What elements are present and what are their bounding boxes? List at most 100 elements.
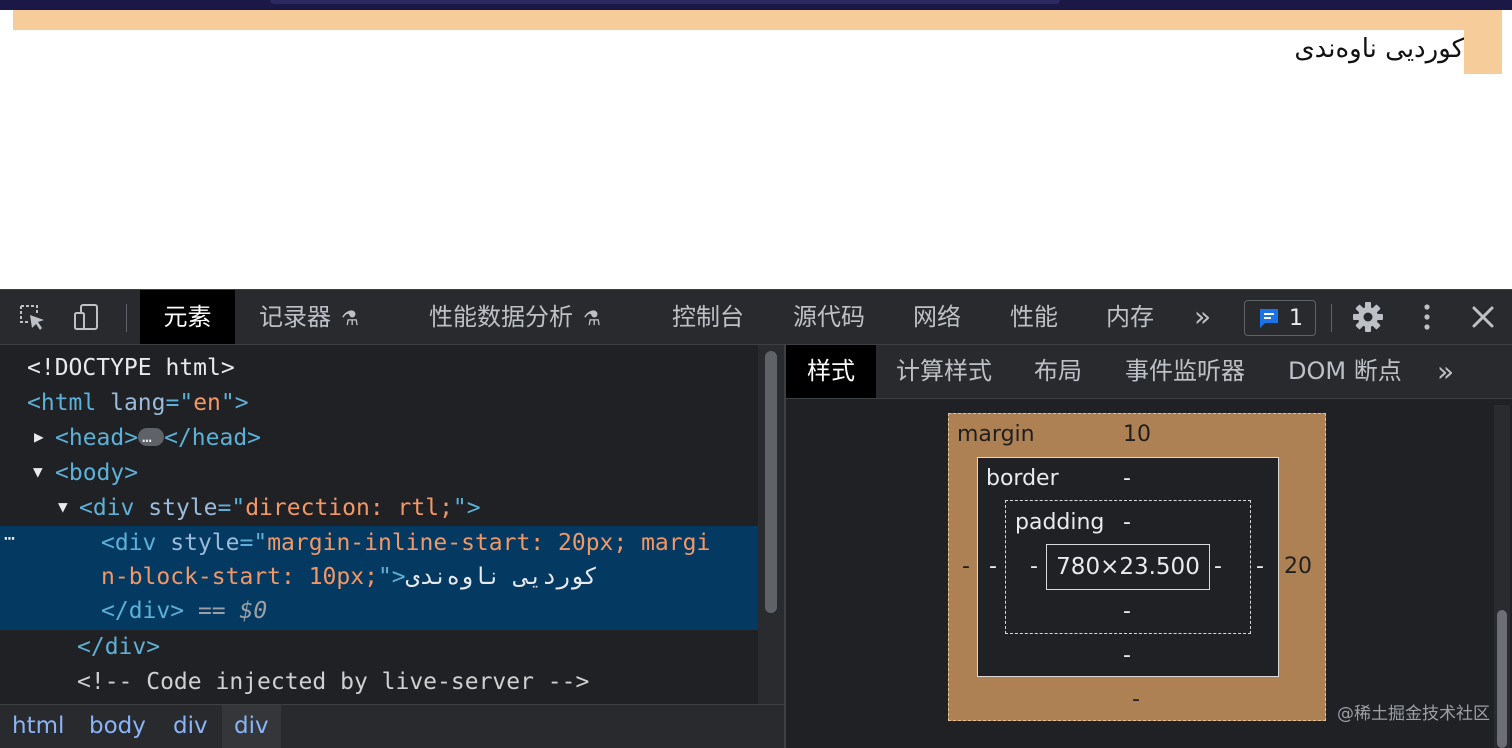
- side-panel-tabs: 样式 计算样式 布局 事件监听器 DOM 断点 »: [786, 345, 1512, 399]
- selected-div-node-cont[interactable]: n-block-start: 10px;">کوردیی ناوەندی: [101, 560, 598, 595]
- browser-top-strip: [0, 0, 1512, 10]
- sel-tag-close: ">: [377, 564, 406, 590]
- tab-performance-insights[interactable]: 性能数据分析 ⚗: [429, 290, 601, 344]
- issues-count: 1: [1289, 305, 1303, 331]
- padding-left-value[interactable]: -: [1030, 554, 1038, 579]
- page-text: کوردیی ناوەندی: [1294, 34, 1464, 64]
- margin-right-value[interactable]: 20: [1284, 554, 1312, 579]
- padding-top-value[interactable]: -: [1123, 510, 1131, 535]
- head-tag-open: <head>: [55, 425, 139, 451]
- body-node[interactable]: <body>: [55, 456, 138, 491]
- page-preview: کوردیی ناوەندی: [0, 10, 1512, 289]
- tab-network[interactable]: 网络: [913, 290, 961, 344]
- html-tag-close: ">: [220, 390, 249, 416]
- sel-tag-end: </div>: [101, 598, 185, 624]
- flask-icon: ⚗: [341, 306, 359, 330]
- sel-attr-name: style: [170, 530, 240, 556]
- sel-dollar-zero: $0: [239, 598, 268, 624]
- html-attr-eq: =": [165, 390, 194, 416]
- browser-top-strip-inner: [270, 0, 1060, 4]
- tab-memory[interactable]: 内存: [1106, 290, 1154, 344]
- tab-sources[interactable]: 源代码: [793, 290, 865, 344]
- elements-tree[interactable]: ⋯ <!DOCTYPE html> <html lang="en"> ▶ <he…: [0, 345, 784, 704]
- padding-bottom-value[interactable]: -: [1123, 599, 1131, 624]
- more-side-tabs-button[interactable]: »: [1437, 345, 1454, 398]
- sel-attr-value-part1: margin-inline-start: 20px; margi: [267, 530, 711, 556]
- tab-styles[interactable]: 样式: [786, 345, 876, 398]
- breadcrumb-html[interactable]: html: [12, 705, 64, 748]
- head-node[interactable]: <head> </head>: [55, 419, 262, 456]
- breadcrumb-body[interactable]: body: [89, 705, 146, 748]
- close-devtools-icon[interactable]: [1466, 300, 1500, 334]
- margin-highlight-top: [13, 10, 1502, 30]
- padding-right-value[interactable]: -: [1214, 554, 1222, 579]
- border-right-value[interactable]: -: [1256, 554, 1264, 579]
- div-tag-close: ">: [452, 495, 481, 521]
- collapse-body-icon[interactable]: ▼: [33, 462, 43, 481]
- devtools-toolbar: 元素 记录器 ⚗ 性能数据分析 ⚗ 控制台 源代码 网络 性能 内存 » 1: [0, 289, 1512, 345]
- div-tag-open: <div: [79, 495, 135, 521]
- breadcrumb-div[interactable]: div: [173, 705, 208, 748]
- devtools: 元素 记录器 ⚗ 性能数据分析 ⚗ 控制台 源代码 网络 性能 内存 » 1 ⋯…: [0, 289, 1512, 748]
- tab-event-listeners[interactable]: 事件监听器: [1125, 345, 1245, 398]
- breadcrumb: html body div div: [0, 704, 784, 748]
- doctype-node[interactable]: <!DOCTYPE html>: [27, 351, 235, 386]
- inspect-element-icon[interactable]: [15, 300, 49, 334]
- div-attr-eq: =": [217, 495, 246, 521]
- settings-gear-icon[interactable]: [1351, 300, 1385, 334]
- comment-node[interactable]: <!-- Code injected by live-server -->: [77, 665, 589, 700]
- padding-label: padding: [1015, 510, 1105, 535]
- tab-recorder-label: 记录器: [259, 303, 331, 331]
- div-attr-name: style: [148, 495, 218, 521]
- expand-head-icon[interactable]: ▶: [34, 427, 44, 446]
- head-tag-close: </head>: [164, 425, 262, 451]
- collapsed-content-icon[interactable]: [138, 419, 165, 454]
- tab-layout[interactable]: 布局: [1034, 345, 1082, 398]
- sel-tag-open: <div: [101, 530, 157, 556]
- styles-side-panel: 样式 计算样式 布局 事件监听器 DOM 断点 » margin 10 20 -…: [786, 345, 1512, 748]
- issues-button[interactable]: 1: [1244, 300, 1316, 336]
- rtl-div-node[interactable]: <div style="direction: rtl;">: [79, 491, 481, 526]
- tab-performance[interactable]: 性能: [1010, 290, 1058, 344]
- margin-top-value[interactable]: 10: [1123, 422, 1151, 447]
- margin-label: margin: [957, 422, 1035, 447]
- side-scrollbar-thumb[interactable]: [1497, 610, 1507, 748]
- boxmodel-content-size[interactable]: 780×23.500: [1046, 544, 1210, 590]
- tab-performance-insights-label: 性能数据分析: [429, 303, 573, 331]
- div-end-node[interactable]: </div>: [77, 630, 160, 665]
- border-bottom-value[interactable]: -: [1123, 643, 1131, 668]
- more-tabs-button[interactable]: »: [1194, 290, 1211, 344]
- tab-computed[interactable]: 计算样式: [896, 345, 992, 398]
- border-top-value[interactable]: -: [1123, 466, 1131, 491]
- device-toolbar-icon[interactable]: [70, 300, 104, 334]
- sel-attr-eq: =": [239, 530, 268, 556]
- tab-console[interactable]: 控制台: [672, 290, 744, 344]
- tab-elements[interactable]: 元素: [140, 290, 235, 344]
- sel-eq-sign: ==: [197, 598, 226, 624]
- margin-highlight-inline-start: [1464, 30, 1502, 74]
- margin-left-value[interactable]: -: [962, 554, 970, 579]
- border-left-value[interactable]: -: [989, 554, 997, 579]
- sel-text-content: کوردیی ناوەندی: [405, 564, 598, 590]
- html-tag-open: <html: [27, 390, 97, 416]
- more-options-icon[interactable]: [1410, 300, 1444, 334]
- html-attr-name: lang: [110, 390, 166, 416]
- elements-scrollbar-thumb[interactable]: [765, 351, 777, 613]
- toolbar-separator: [1331, 304, 1332, 332]
- tab-recorder[interactable]: 记录器 ⚗: [259, 290, 359, 344]
- selected-div-end[interactable]: </div> == $0: [101, 594, 267, 629]
- border-label: border: [986, 466, 1059, 491]
- selected-div-node[interactable]: <div style="margin-inline-start: 20px; m…: [101, 526, 710, 561]
- margin-bottom-value[interactable]: -: [1132, 687, 1140, 712]
- node-actions-dots[interactable]: ⋯: [4, 528, 15, 549]
- breadcrumb-div-selected[interactable]: div: [222, 705, 281, 748]
- toolbar-separator: [126, 304, 127, 332]
- flask-icon: ⚗: [583, 306, 601, 330]
- collapse-div-icon[interactable]: ▼: [58, 497, 68, 516]
- message-icon: [1260, 309, 1278, 328]
- watermark: @稀土掘金技术社区: [1337, 704, 1490, 724]
- html-node[interactable]: <html lang="en">: [27, 386, 249, 421]
- tab-dom-breakpoints[interactable]: DOM 断点: [1288, 345, 1402, 398]
- sel-attr-value-part2: n-block-start: 10px;: [101, 564, 378, 590]
- div-attr-value: direction: rtl;: [245, 495, 453, 521]
